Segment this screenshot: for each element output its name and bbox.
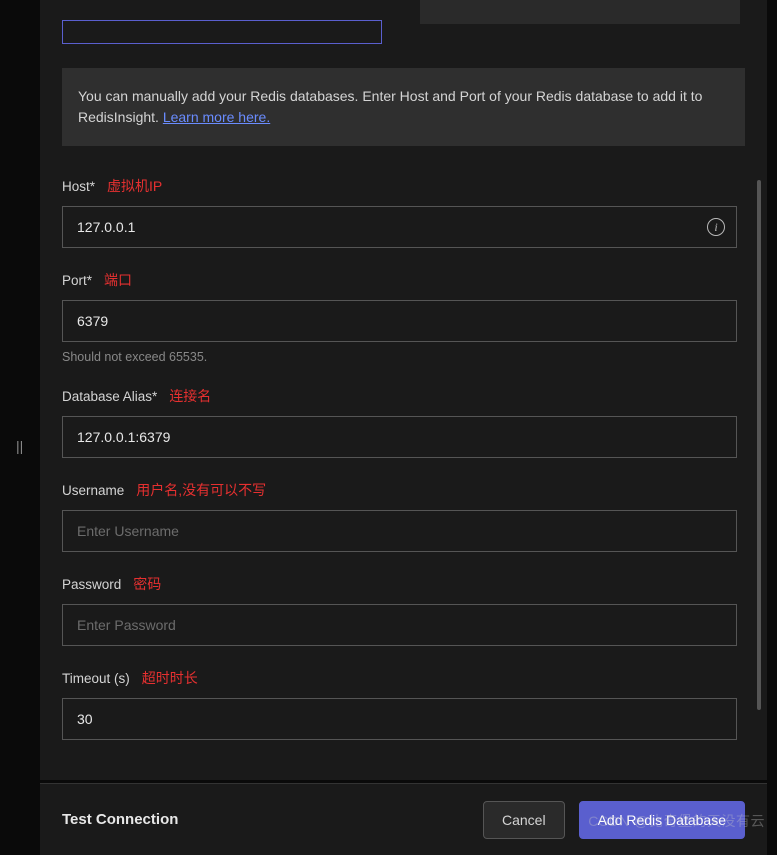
password-annotation: 密码 (133, 574, 161, 594)
info-banner: You can manually add your Redis database… (62, 68, 745, 146)
tab-unselected[interactable] (420, 0, 740, 24)
left-mark: || (16, 438, 23, 454)
info-icon[interactable]: i (707, 218, 725, 236)
username-input[interactable] (62, 510, 737, 552)
form-scroll-area: Host* 虚拟机IP i Port* 端口 Should not exceed… (62, 176, 745, 764)
port-label: Port* (62, 273, 92, 288)
tab-selected[interactable] (62, 20, 382, 44)
add-database-panel: You can manually add your Redis database… (40, 0, 767, 780)
timeout-label: Timeout (s) (62, 671, 130, 686)
password-input[interactable] (62, 604, 737, 646)
learn-more-link[interactable]: Learn more here. (163, 109, 270, 125)
alias-label: Database Alias* (62, 389, 157, 404)
username-label: Username (62, 483, 124, 498)
timeout-input[interactable] (62, 698, 737, 740)
cancel-button[interactable]: Cancel (483, 801, 565, 839)
alias-annotation: 连接名 (169, 386, 211, 406)
port-annotation: 端口 (104, 270, 132, 290)
port-input[interactable] (62, 300, 737, 342)
alias-input[interactable] (62, 416, 737, 458)
timeout-annotation: 超时时长 (142, 668, 198, 688)
host-input[interactable] (62, 206, 737, 248)
username-annotation: 用户名,没有可以不写 (136, 480, 266, 500)
host-label: Host* (62, 179, 95, 194)
host-annotation: 虚拟机IP (107, 176, 162, 196)
footer: Test Connection Cancel Add Redis Databas… (40, 783, 767, 855)
port-hint: Should not exceed 65535. (62, 350, 737, 364)
password-label: Password (62, 577, 121, 592)
test-connection-button[interactable]: Test Connection (62, 811, 178, 828)
scrollbar[interactable] (757, 180, 761, 710)
add-database-button[interactable]: Add Redis Database (579, 801, 745, 839)
